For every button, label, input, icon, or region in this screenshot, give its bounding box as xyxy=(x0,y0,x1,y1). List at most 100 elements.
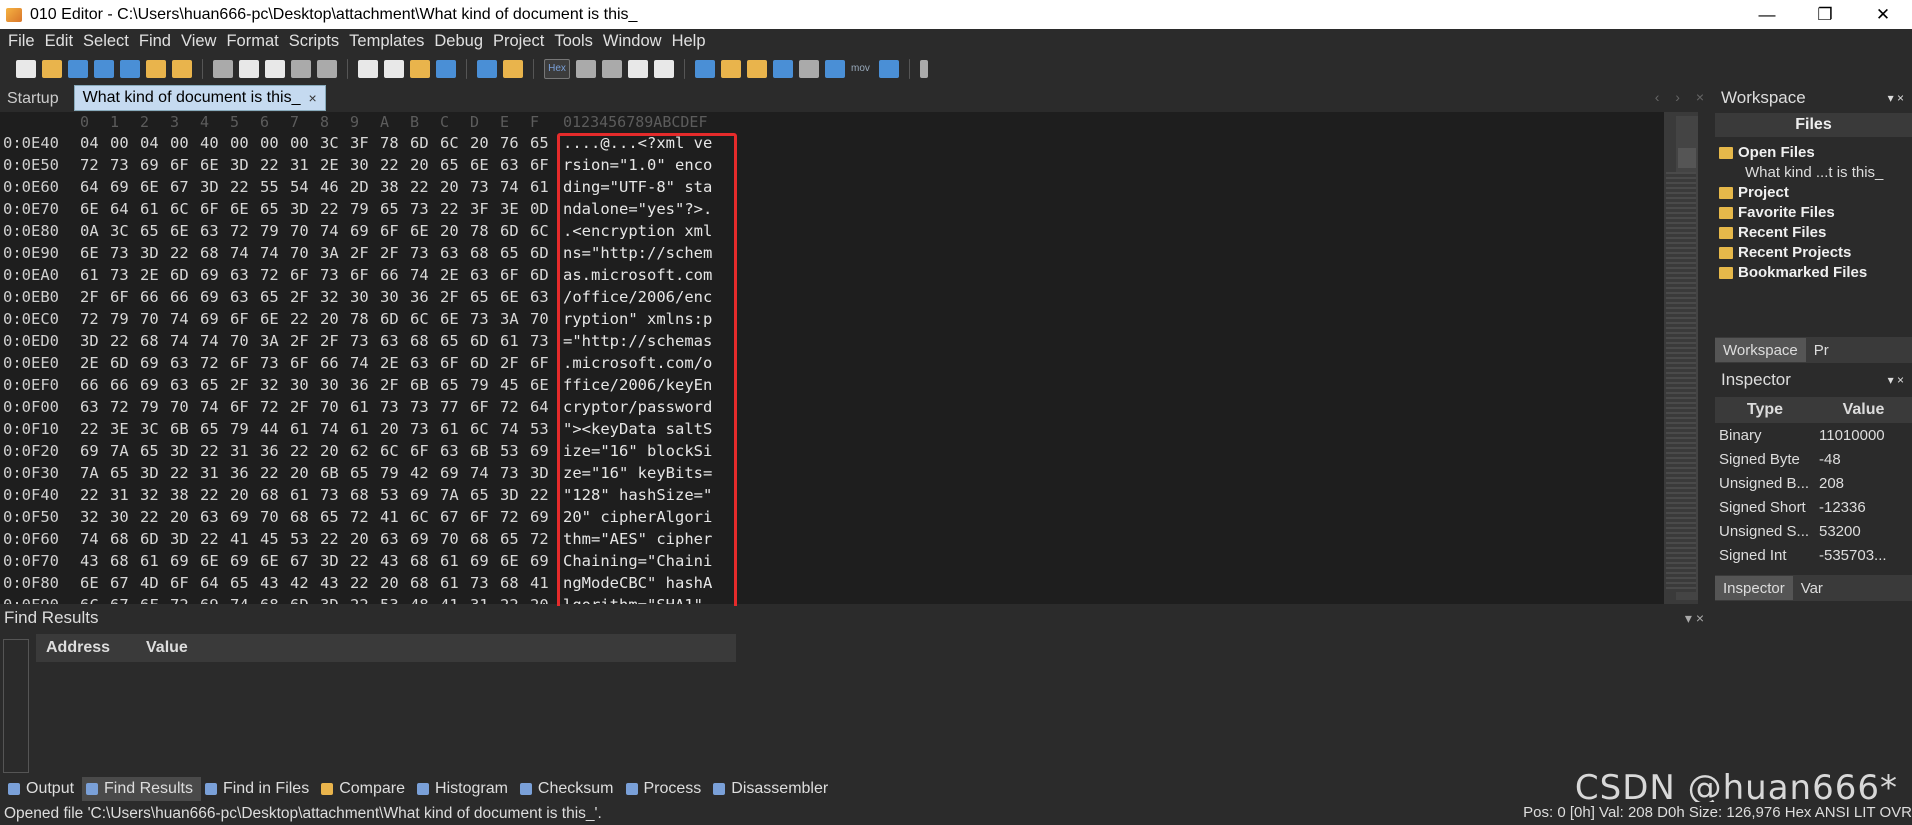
hex-byte[interactable]: 62 xyxy=(350,442,380,460)
hex-byte[interactable]: 78 xyxy=(350,310,380,328)
hex-byte[interactable]: 2F xyxy=(500,354,530,372)
hex-byte[interactable]: 6E xyxy=(410,222,440,240)
hex-byte[interactable]: 46 xyxy=(320,178,350,196)
hex-byte[interactable]: 74 xyxy=(170,332,200,350)
find-results-list[interactable] xyxy=(36,662,1706,774)
hex-byte[interactable]: 74 xyxy=(200,398,230,416)
hex-byte[interactable]: 6C xyxy=(80,596,110,604)
hex-byte[interactable]: 32 xyxy=(320,288,350,306)
tab-nav-arrows[interactable]: ‹ › × xyxy=(1655,89,1710,105)
hex-byte[interactable]: 6D xyxy=(290,596,320,604)
hex-byte[interactable]: 6C xyxy=(470,420,500,438)
hex-byte[interactable]: 67 xyxy=(290,552,320,570)
hex-byte[interactable]: 53 xyxy=(500,442,530,460)
hex-byte[interactable]: 70 xyxy=(290,244,320,262)
hex-byte[interactable]: 22 xyxy=(530,486,560,504)
hex-byte[interactable]: 36 xyxy=(350,376,380,394)
hex-row-bytes[interactable]: 3D 22 68 74 74 70 3A 2F 2F 73 63 68 65 6D 61 73 xyxy=(80,332,560,350)
hex-byte[interactable]: 6F xyxy=(140,596,170,604)
hex-byte[interactable]: 2E xyxy=(320,156,350,174)
hex-byte[interactable]: 31 xyxy=(290,156,320,174)
hex-byte[interactable]: 70 xyxy=(170,398,200,416)
hex-byte[interactable]: 63 xyxy=(380,530,410,548)
hex-byte[interactable]: 6F xyxy=(470,508,500,526)
hex-byte[interactable]: 20 xyxy=(320,442,350,460)
hex-byte[interactable]: 2F xyxy=(380,376,410,394)
inspector-row[interactable]: Unsigned S... 53200 xyxy=(1715,519,1912,543)
hex-row-bytes[interactable]: 6E 73 3D 22 68 74 74 70 3A 2F 2F 73 63 68 65 6D xyxy=(80,244,560,262)
hex-byte[interactable]: 66 xyxy=(170,288,200,306)
hex-byte[interactable]: 74 xyxy=(320,222,350,240)
hex-byte[interactable]: 6F xyxy=(410,442,440,460)
hex-byte[interactable]: 72 xyxy=(230,222,260,240)
hex-byte[interactable]: 00 xyxy=(170,134,200,152)
tab-startup[interactable]: Startup xyxy=(0,87,66,111)
hex-byte[interactable]: 63 xyxy=(170,354,200,372)
hex-byte[interactable]: 6E xyxy=(140,178,170,196)
hex-byte[interactable]: 42 xyxy=(290,574,320,592)
hex-byte[interactable]: 6F xyxy=(380,222,410,240)
hex-byte[interactable]: 69 xyxy=(80,442,110,460)
tree-favorite-files[interactable]: Favorite Files xyxy=(1719,203,1912,223)
hex-byte[interactable]: 6F xyxy=(530,354,560,372)
hex-byte[interactable]: 3D xyxy=(80,332,110,350)
tree-open-files[interactable]: Open Files xyxy=(1719,143,1912,163)
hex-byte[interactable]: 6B xyxy=(410,376,440,394)
hex-byte[interactable]: 68 xyxy=(410,574,440,592)
hex-byte[interactable]: 20 xyxy=(290,464,320,482)
hex-byte[interactable]: 61 xyxy=(290,486,320,504)
hex-byte[interactable]: 74 xyxy=(470,464,500,482)
hex-byte[interactable]: 69 xyxy=(200,310,230,328)
run-script-icon[interactable] xyxy=(477,60,497,78)
close-button[interactable]: ✕ xyxy=(1854,0,1912,29)
hex-byte[interactable]: 3A xyxy=(500,310,530,328)
hex-byte[interactable]: 63 xyxy=(80,398,110,416)
columns-icon[interactable] xyxy=(628,60,648,78)
hex-byte[interactable]: 65 xyxy=(200,376,230,394)
hex-byte[interactable]: 63 xyxy=(200,508,230,526)
hex-byte[interactable]: 6B xyxy=(470,442,500,460)
tree-open-file-item[interactable]: What kind ...t is this_ xyxy=(1719,163,1912,183)
hex-byte[interactable]: 65 xyxy=(470,288,500,306)
hex-byte[interactable]: 22 xyxy=(380,156,410,174)
hex-byte[interactable]: 63 xyxy=(530,288,560,306)
hex-byte[interactable]: 67 xyxy=(110,574,140,592)
tab-find-results[interactable]: Find Results xyxy=(82,777,201,801)
hex-byte[interactable]: 3E xyxy=(500,200,530,218)
hex-byte[interactable]: 61 xyxy=(440,552,470,570)
goto-icon[interactable] xyxy=(436,60,456,78)
hex-byte[interactable]: 69 xyxy=(350,222,380,240)
hex-byte[interactable]: 0A xyxy=(80,222,110,240)
hex-byte[interactable]: 61 xyxy=(140,200,170,218)
hex-byte[interactable]: 69 xyxy=(530,442,560,460)
hex-byte[interactable]: 3D xyxy=(170,530,200,548)
hex-byte[interactable]: 73 xyxy=(410,200,440,218)
hex-byte[interactable]: 73 xyxy=(320,266,350,284)
hex-byte[interactable]: 48 xyxy=(410,596,440,604)
tab-process[interactable]: Process xyxy=(622,777,710,801)
hex-byte[interactable]: 54 xyxy=(290,178,320,196)
hex-byte[interactable]: 65 xyxy=(440,332,470,350)
tree-recent-projects[interactable]: Recent Projects xyxy=(1719,243,1912,263)
hex-byte[interactable]: 22 xyxy=(440,200,470,218)
hex-byte[interactable]: 00 xyxy=(290,134,320,152)
hex-byte[interactable]: 64 xyxy=(80,178,110,196)
disassembler-button[interactable]: mov xyxy=(851,60,873,78)
hex-row-bytes[interactable]: 72 73 69 6F 6E 3D 22 31 2E 30 22 20 65 6E 63 6F xyxy=(80,156,560,174)
hex-byte[interactable]: 6D xyxy=(470,354,500,372)
hex-row-bytes[interactable]: 66 66 69 63 65 2F 32 30 30 36 2F 6B 65 79 45 6E xyxy=(80,376,560,394)
hex-byte[interactable]: 65 xyxy=(320,508,350,526)
inspector-pin-close[interactable]: ▾ × xyxy=(1888,373,1904,387)
hex-byte[interactable]: 66 xyxy=(140,288,170,306)
tab-find-in-files[interactable]: Find in Files xyxy=(201,777,317,801)
hex-byte[interactable]: 6E xyxy=(530,376,560,394)
hex-byte[interactable]: 69 xyxy=(410,530,440,548)
hex-byte[interactable]: 3C xyxy=(320,134,350,152)
inspector-value[interactable]: -535703... xyxy=(1815,547,1912,564)
hex-byte[interactable]: 2F xyxy=(80,288,110,306)
hex-byte[interactable]: 61 xyxy=(440,420,470,438)
hex-byte[interactable]: 6E xyxy=(230,200,260,218)
undo-icon[interactable] xyxy=(291,60,311,78)
text-mode-icon[interactable] xyxy=(576,60,596,78)
hex-byte[interactable]: 65 xyxy=(260,200,290,218)
